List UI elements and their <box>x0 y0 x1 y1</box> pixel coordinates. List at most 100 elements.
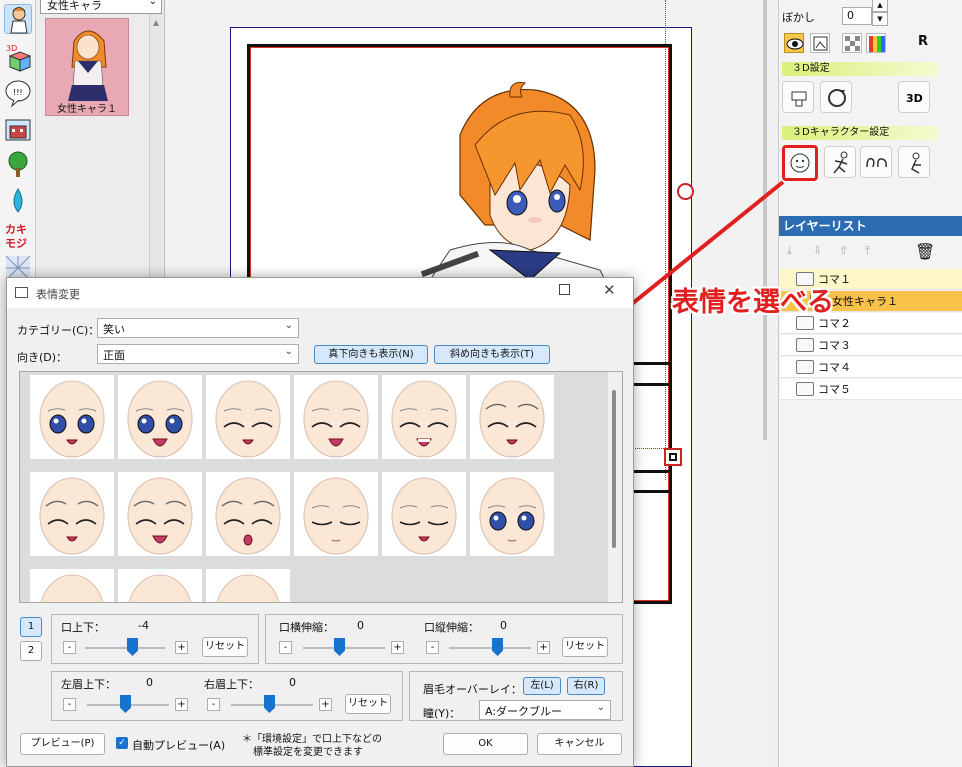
expression-thumbnail[interactable] <box>30 472 114 556</box>
expression-thumbnail[interactable] <box>382 472 466 556</box>
settings-note-line2: 標準設定を変更できます <box>253 747 363 758</box>
eye-icon[interactable] <box>784 33 804 53</box>
checker-transparency-icon[interactable] <box>842 33 862 53</box>
expression-thumbnail[interactable] <box>294 472 378 556</box>
expression-thumbnail[interactable] <box>118 375 202 459</box>
pupil-select[interactable]: A:ダークブルー ⌄ <box>479 700 611 720</box>
face-icon <box>303 380 369 458</box>
rotate-3d-button[interactable] <box>820 81 852 113</box>
move-top-icon[interactable]: ⤒ <box>865 244 870 258</box>
auto-preview-checkbox[interactable]: ✓ <box>116 737 128 749</box>
color-palette-icon[interactable] <box>866 33 886 53</box>
layer-row[interactable]: コマ３ <box>780 335 962 356</box>
character-parts-button[interactable] <box>898 146 930 178</box>
maximize-icon[interactable] <box>559 284 570 295</box>
brow-overlay-left-button[interactable]: 左(L) <box>523 677 561 695</box>
right-brow-minus-button[interactable]: - <box>207 698 220 711</box>
grid-scrollbar[interactable] <box>608 372 622 602</box>
face-icon <box>215 380 281 458</box>
effect-drop-tool-icon[interactable] <box>4 186 32 216</box>
layer-list-title: レイヤーリスト <box>779 216 962 236</box>
ok-button[interactable]: OK <box>443 733 528 755</box>
mouth-height-minus-button[interactable]: - <box>426 641 439 654</box>
handwritten-text-tool-icon[interactable]: カキ モジ <box>4 220 32 250</box>
cancel-button[interactable]: キャンセル <box>537 733 622 755</box>
page-2-button[interactable]: 2 <box>20 641 42 661</box>
svg-text:モジ: モジ <box>5 237 27 250</box>
chevron-down-icon: ⌄ <box>148 0 157 7</box>
material-category-select[interactable]: 女性キャラ ⌄ <box>40 0 162 14</box>
expression-thumbnail[interactable] <box>30 569 114 602</box>
face-icon <box>39 477 105 555</box>
layer-row[interactable]: コマ４ <box>780 357 962 378</box>
right-brow-plus-button[interactable]: + <box>319 698 332 711</box>
mouth-size-reset-button[interactable]: リセット <box>562 637 608 657</box>
reset-r-icon[interactable]: R <box>918 34 928 49</box>
mouth-vertical-minus-button[interactable]: - <box>63 641 76 654</box>
expression-thumbnail[interactable] <box>382 375 466 459</box>
expression-thumbnail[interactable] <box>30 375 114 459</box>
mouth-vertical-slider[interactable] <box>85 647 165 649</box>
mouth-height-plus-button[interactable]: + <box>537 641 550 654</box>
expression-thumbnail[interactable] <box>118 472 202 556</box>
face-icon <box>39 380 105 458</box>
preview-button[interactable]: プレビュー(P) <box>20 733 105 755</box>
svg-text:!!!: !!! <box>13 88 23 97</box>
brow-overlay-right-button[interactable]: 右(R) <box>567 677 605 695</box>
expression-thumbnail[interactable] <box>470 375 554 459</box>
mouth-width-plus-button[interactable]: + <box>391 641 404 654</box>
character-tool-icon[interactable] <box>4 4 32 34</box>
page-1-button[interactable]: 1 <box>20 617 42 637</box>
chevron-down-icon: ⌄ <box>284 346 293 357</box>
3d-object-tool-icon[interactable]: 3D <box>4 42 32 72</box>
camera-3d-button[interactable] <box>782 81 814 113</box>
close-icon[interactable]: ✕ <box>603 281 616 299</box>
category-select[interactable]: 笑い ⌄ <box>97 318 299 338</box>
speech-bubble-tool-icon[interactable]: !!! <box>4 78 32 108</box>
blur-input[interactable]: 0 <box>842 7 872 25</box>
background-tool-icon[interactable] <box>4 114 32 144</box>
expression-thumbnail[interactable] <box>118 569 202 602</box>
trash-icon[interactable]: 🗑 <box>915 242 935 261</box>
resize-handle[interactable] <box>664 448 682 466</box>
expression-thumbnail[interactable] <box>206 375 290 459</box>
expression-thumbnail[interactable] <box>206 472 290 556</box>
view-3d-button[interactable]: 3D <box>898 81 930 113</box>
annotation-text: 表情を選べる <box>672 287 834 318</box>
left-brow-plus-button[interactable]: + <box>175 698 188 711</box>
mouth-width-minus-button[interactable]: - <box>279 641 292 654</box>
expression-thumbnail[interactable] <box>470 472 554 556</box>
mouth-vertical-plus-button[interactable]: + <box>175 641 188 654</box>
eyebrow-reset-button[interactable]: リセット <box>345 694 391 714</box>
panel-layer-icon <box>796 382 814 396</box>
left-brow-label: 左眉上下： <box>61 678 116 691</box>
show-diagonal-button[interactable]: 斜め向きも表示(T) <box>434 345 550 364</box>
show-vertical-button[interactable]: 真下向きも表示(N) <box>314 345 428 364</box>
layer-label: コマ５ <box>818 383 851 396</box>
face-icon <box>128 574 192 602</box>
face-icon <box>215 477 281 555</box>
tree-tool-icon[interactable] <box>4 150 32 180</box>
brow-overlay-label: 眉毛オーバーレイ： <box>423 683 522 696</box>
left-brow-minus-button[interactable]: - <box>63 698 76 711</box>
right-brow-label: 右眉上下： <box>204 678 259 691</box>
move-up-icon[interactable]: ⇧ <box>839 244 848 257</box>
scrollbar-thumb[interactable] <box>612 390 616 548</box>
material-scrollbar[interactable]: ▲ <box>149 14 163 284</box>
expression-thumbnail[interactable] <box>294 375 378 459</box>
direction-select[interactable]: 正面 ⌄ <box>97 344 299 364</box>
move-down-icon[interactable]: ⇩ <box>813 244 822 257</box>
blur-spinner[interactable]: ▲ ▼ <box>872 0 888 26</box>
mouth-height-slider[interactable] <box>449 647 531 649</box>
layer-toolbar: ⤓ ⇩ ⇧ ⤒ 🗑 <box>779 236 962 268</box>
pose-button[interactable] <box>824 146 856 178</box>
layer-row[interactable]: コマ５ <box>780 379 962 400</box>
dialog-titlebar[interactable]: 表情変更 ✕ <box>7 278 633 308</box>
category-label: カテゴリー(C)： <box>17 324 100 337</box>
expression-thumbnail[interactable] <box>206 569 290 602</box>
character-figure[interactable] <box>390 75 620 280</box>
face-icon <box>40 574 104 602</box>
mask-icon[interactable] <box>810 33 830 53</box>
hands-button[interactable] <box>860 146 892 178</box>
mouth-vertical-reset-button[interactable]: リセット <box>202 637 248 657</box>
